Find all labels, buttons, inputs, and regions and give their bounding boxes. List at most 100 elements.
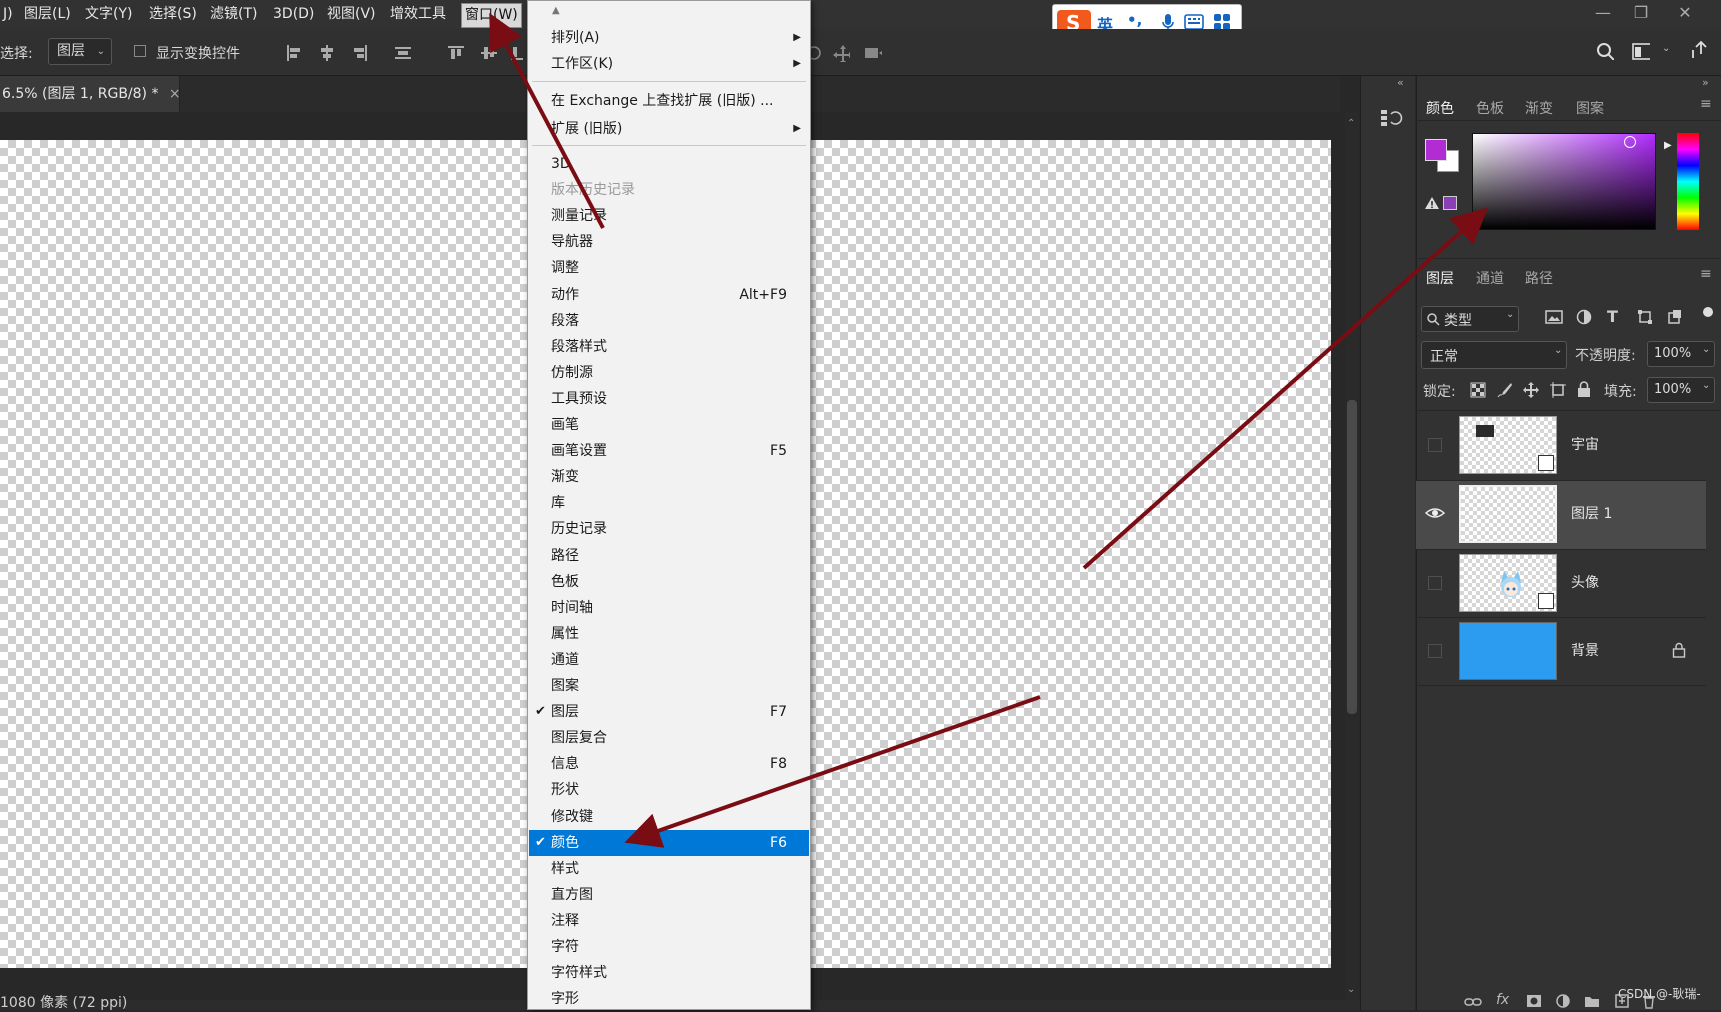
window-menu-item[interactable]: 工具预设: [529, 386, 809, 412]
tab-color[interactable]: 颜色: [1426, 98, 1454, 118]
layer-name[interactable]: 背景: [1571, 640, 1599, 660]
show-transform-checkbox[interactable]: [134, 45, 146, 57]
window-menu-item[interactable]: 调整: [529, 255, 809, 281]
gamut-warning-icon[interactable]: [1424, 196, 1440, 210]
color-picker-cursor[interactable]: [1624, 136, 1636, 148]
lock-transparent-pixels-icon[interactable]: [1470, 382, 1486, 398]
layer-name[interactable]: 头像: [1571, 572, 1599, 592]
blend-mode-dropdown[interactable]: 正常 ⌄: [1421, 341, 1567, 369]
layer-visibility-toggle[interactable]: [1428, 576, 1442, 590]
3d-video-icon[interactable]: [864, 44, 882, 62]
minimize-icon[interactable]: —: [1590, 2, 1616, 24]
opacity-input[interactable]: 100% ⌄: [1647, 341, 1715, 367]
new-group-icon[interactable]: [1584, 994, 1600, 1008]
window-menu-item[interactable]: 图层复合: [529, 725, 809, 751]
tab-paths[interactable]: 路径: [1525, 268, 1553, 288]
window-menu-item[interactable]: 图案: [529, 673, 809, 699]
window-menu-item[interactable]: 色板: [529, 569, 809, 595]
window-menu-item[interactable]: 信息 F8: [529, 751, 809, 777]
websafe-color-swatch[interactable]: [1443, 196, 1457, 210]
eye-icon[interactable]: [1425, 505, 1445, 521]
tab-close-icon[interactable]: ×: [169, 86, 181, 102]
window-menu-item[interactable]: 工作区(K) ▶: [529, 51, 809, 77]
menu-type[interactable]: 文字(Y): [82, 3, 135, 26]
align-right-icon[interactable]: [351, 44, 369, 62]
filter-toggle-icon[interactable]: [1703, 307, 1713, 317]
window-menu-item[interactable]: 在 Exchange 上查找扩展 (旧版) ...: [529, 88, 809, 114]
layer-name[interactable]: 图层 1: [1571, 503, 1612, 523]
link-layers-icon[interactable]: [1464, 996, 1482, 1008]
filter-type-icon[interactable]: T: [1607, 307, 1618, 326]
color-panel-menu-icon[interactable]: ≡: [1700, 96, 1712, 112]
layers-panel-menu-icon[interactable]: ≡: [1700, 266, 1712, 282]
align-middle-v-icon[interactable]: [480, 44, 498, 62]
window-menu-item[interactable]: 段落: [529, 308, 809, 334]
lock-all-icon[interactable]: [1577, 381, 1591, 397]
workspace-layout-icon[interactable]: [1632, 42, 1650, 60]
window-menu-item[interactable]: ✔ 图层 F7: [529, 699, 809, 725]
menu-select[interactable]: 选择(S): [146, 3, 200, 26]
fill-input[interactable]: 100% ⌄: [1647, 377, 1715, 403]
scroll-up-icon[interactable]: ⌃: [1347, 118, 1355, 129]
lock-artboard-icon[interactable]: [1550, 382, 1566, 398]
new-adjustment-icon[interactable]: [1556, 994, 1570, 1008]
window-menu-item[interactable]: 测量记录: [529, 203, 809, 229]
lock-image-pixels-icon[interactable]: [1497, 382, 1513, 398]
window-menu-item[interactable]: 字符: [529, 934, 809, 960]
hue-slider-marker-icon[interactable]: ▶: [1664, 140, 1672, 151]
menu-scroll-up-icon[interactable]: ▲: [552, 5, 560, 16]
layer-row[interactable]: 图层 1: [1416, 481, 1706, 549]
window-menu-item[interactable]: 历史记录: [529, 516, 809, 542]
menu-view[interactable]: 视图(V): [324, 3, 379, 26]
tab-patterns[interactable]: 图案: [1576, 98, 1604, 118]
window-menu-item[interactable]: 修改键: [529, 804, 809, 830]
window-menu-item[interactable]: 直方图: [529, 882, 809, 908]
filter-shape-icon[interactable]: [1637, 309, 1653, 325]
window-menu-item[interactable]: 3D: [529, 151, 809, 177]
layer-fx-icon[interactable]: fx: [1496, 992, 1509, 1008]
scrollbar-thumb[interactable]: [1347, 400, 1357, 714]
restore-icon[interactable]: ❐: [1628, 2, 1654, 24]
window-menu-item[interactable]: 库: [529, 490, 809, 516]
keyboard-icon[interactable]: [1184, 14, 1204, 30]
ime-punct[interactable]: •,: [1127, 11, 1142, 29]
document-tab[interactable]: 6.5% (图层 1, RGB/8) * ×: [0, 76, 181, 112]
window-menu-item[interactable]: 导航器: [529, 229, 809, 255]
window-menu-item[interactable]: 样式: [529, 856, 809, 882]
foreground-color-swatch[interactable]: [1425, 139, 1447, 161]
align-left-icon[interactable]: [285, 44, 303, 62]
align-bottom-icon[interactable]: [510, 44, 528, 62]
layer-name[interactable]: 宇宙: [1571, 434, 1599, 454]
add-mask-icon[interactable]: [1526, 994, 1542, 1008]
align-top-icon[interactable]: [447, 44, 465, 62]
filter-smart-object-icon[interactable]: [1667, 309, 1683, 325]
window-menu-item[interactable]: 画笔: [529, 412, 809, 438]
hue-slider[interactable]: [1677, 133, 1699, 230]
collapse-chevron-icon[interactable]: «: [1397, 76, 1404, 89]
window-menu-item[interactable]: 属性: [529, 621, 809, 647]
tab-channels[interactable]: 通道: [1476, 268, 1504, 288]
layer-visibility-toggle[interactable]: [1428, 644, 1442, 658]
menu-3d[interactable]: 3D(D): [270, 3, 317, 26]
window-menu-item[interactable]: 渐变: [529, 464, 809, 490]
window-menu-item[interactable]: 通道: [529, 647, 809, 673]
history-panel-icon[interactable]: [1379, 106, 1403, 130]
window-menu-item[interactable]: 时间轴: [529, 595, 809, 621]
share-icon[interactable]: [1690, 40, 1708, 58]
search-icon[interactable]: [1596, 42, 1614, 60]
close-icon[interactable]: ✕: [1672, 2, 1698, 24]
expand-chevron-icon[interactable]: »: [1702, 76, 1709, 89]
filter-adjustment-icon[interactable]: [1576, 309, 1592, 325]
scroll-down-icon[interactable]: ⌄: [1347, 984, 1355, 995]
align-center-h-icon[interactable]: [318, 44, 336, 62]
menu-plugins[interactable]: 增效工具: [387, 3, 449, 26]
workspace-chevron-icon[interactable]: ⌄: [1662, 43, 1670, 54]
auto-select-dropdown[interactable]: 图层 ⌄: [48, 38, 112, 65]
menu-filter[interactable]: 滤镜(T): [207, 3, 260, 26]
layer-visibility-toggle[interactable]: [1428, 438, 1442, 452]
layer-row[interactable]: 宇宙: [1416, 412, 1706, 480]
tab-layers[interactable]: 图层: [1426, 268, 1454, 288]
menu-prev-item[interactable]: J): [0, 3, 16, 26]
layer-filter-dropdown[interactable]: 类型 ⌄: [1421, 306, 1519, 332]
menu-window[interactable]: 窗口(W): [461, 3, 522, 28]
